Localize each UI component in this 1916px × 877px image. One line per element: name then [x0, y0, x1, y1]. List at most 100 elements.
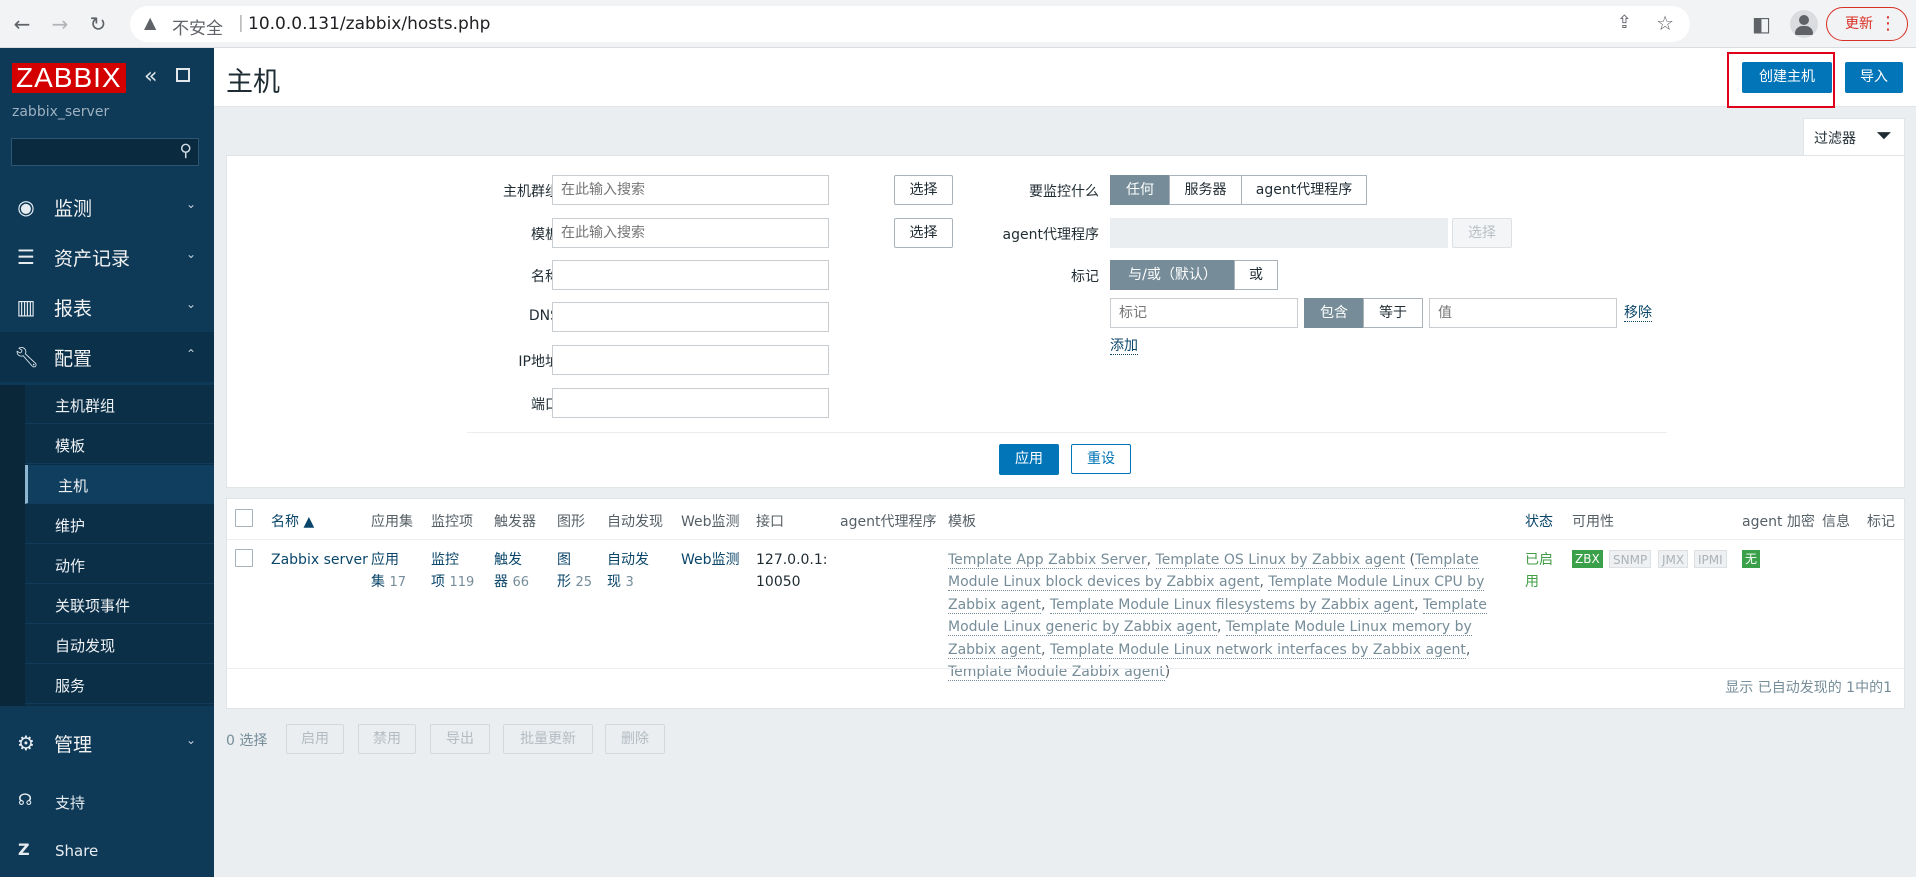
menu-monitoring[interactable]: ◉ 监测 ⌄	[0, 182, 214, 232]
list-icon: ☰	[17, 245, 35, 269]
templates-select-button[interactable]: 选择	[894, 218, 953, 248]
menu-reports[interactable]: ▥ 报表 ⌄	[0, 282, 214, 332]
template-link[interactable]: Template Module Linux filesystems by Zab…	[1049, 596, 1415, 614]
proxy-input	[1110, 218, 1448, 248]
name-input[interactable]	[552, 260, 829, 290]
templates-input[interactable]	[552, 218, 829, 248]
reset-button[interactable]: 重设	[1071, 444, 1131, 474]
menu-configuration[interactable]: 🔧︎ 配置 ⌃	[0, 332, 214, 382]
menu-inventory[interactable]: ☰ 资产记录 ⌄	[0, 232, 214, 282]
funnel-icon: ⏷	[1876, 123, 1892, 147]
submenu-item-host-groups[interactable]: 主机群组	[25, 385, 214, 424]
host-name[interactable]: Zabbix server	[271, 552, 368, 568]
items-count: 119	[449, 575, 475, 590]
column-status[interactable]: 状态	[1525, 511, 1553, 531]
sidebar-search-input[interactable]: ⚲	[11, 138, 199, 166]
submenu-item-event-correlation[interactable]: 关联项事件	[25, 585, 214, 624]
side-panel-icon[interactable]: ◧	[1752, 12, 1771, 36]
tag-name-input[interactable]	[1110, 298, 1298, 328]
profile-avatar-icon[interactable]	[1790, 10, 1818, 38]
kiosk-mode-icon[interactable]	[176, 68, 190, 82]
items-link-2[interactable]: 项	[431, 574, 445, 590]
eye-icon: ◉	[17, 195, 35, 219]
triggers-link-2[interactable]: 器	[494, 574, 508, 590]
row-checkbox[interactable]	[235, 549, 253, 567]
annotation-highlight-box	[1727, 52, 1835, 108]
submenu-item-actions[interactable]: 动作	[25, 545, 214, 584]
tags-eval-and-or[interactable]: 与/或（默认）	[1110, 260, 1235, 290]
url-text[interactable]: 10.0.0.131/zabbix/hosts.php	[248, 14, 490, 34]
import-button[interactable]: 导入	[1845, 62, 1903, 93]
enable-button: 启用	[286, 724, 344, 754]
tags-eval-or[interactable]: 或	[1234, 260, 1278, 290]
apply-button[interactable]: 应用	[999, 444, 1059, 475]
host-groups-select-button[interactable]: 选择	[894, 175, 953, 205]
tag-operator-contains[interactable]: 包含	[1304, 298, 1364, 328]
web-link[interactable]: Web监测	[681, 552, 740, 568]
applications-link[interactable]: 应用	[371, 552, 399, 568]
column-name[interactable]: 名称 ▲	[271, 511, 314, 531]
status-text: 已启	[1525, 552, 1553, 568]
template-link[interactable]: Template App Zabbix Server	[948, 552, 1147, 569]
column-availability: 可用性	[1572, 514, 1614, 530]
monitored-by-server[interactable]: 服务器	[1169, 175, 1242, 205]
add-tag-link[interactable]: 添加	[1110, 338, 1138, 355]
submenu-item-hosts[interactable]: 主机	[25, 465, 214, 504]
submenu-item-maintenance[interactable]: 维护	[25, 505, 214, 544]
discovery-link[interactable]: 自动发	[607, 552, 649, 568]
submenu-label: 动作	[55, 557, 86, 575]
share-z-icon: Z	[18, 840, 30, 859]
back-icon[interactable]: ←	[6, 8, 38, 40]
support-link[interactable]: ☊ 支持	[0, 782, 214, 822]
submenu-item-discovery[interactable]: 自动发现	[25, 625, 214, 664]
availability-jmx-badge: JMX	[1658, 550, 1689, 568]
tag-value-input[interactable]	[1429, 298, 1617, 328]
remove-tag-link[interactable]: 移除	[1624, 305, 1652, 322]
ip-input[interactable]	[552, 345, 829, 375]
submenu-item-services[interactable]: 服务	[25, 665, 214, 704]
ip-label: IP地址	[518, 354, 559, 370]
monitored-by-any[interactable]: 任何	[1110, 175, 1170, 205]
filter-tab[interactable]: 过滤器 ⏷	[1803, 118, 1905, 156]
collapse-sidebar-icon[interactable]: «	[144, 64, 157, 89]
submenu-label: 主机群组	[55, 397, 116, 415]
forward-icon[interactable]: →	[44, 8, 76, 40]
graphs-cell: 图 形 25	[557, 549, 602, 594]
search-icon[interactable]: ⚲	[180, 141, 192, 161]
templates-cell: Template App Zabbix Server, Template OS …	[948, 552, 1487, 682]
share-link[interactable]: Z Share	[0, 832, 214, 872]
graphs-link[interactable]: 图	[557, 552, 571, 568]
star-icon[interactable]: ☆	[1656, 11, 1674, 35]
template-link[interactable]: Template Module Linux network interfaces…	[1049, 641, 1466, 659]
zabbix-logo[interactable]: ZABBIX	[12, 63, 126, 93]
template-link[interactable]: Template OS Linux by Zabbix agent	[1155, 552, 1406, 569]
menu-administration[interactable]: ⚙ 管理 ⌄	[0, 718, 214, 768]
select-all-checkbox[interactable]	[235, 509, 253, 527]
tag-operator-equals[interactable]: 等于	[1363, 298, 1423, 328]
column-interface: 接口	[756, 514, 784, 530]
template-link[interactable]: Template Module Zabbix agent	[948, 664, 1165, 682]
reload-icon[interactable]: ↻	[82, 8, 114, 40]
chevron-down-icon: ⌄	[185, 733, 196, 747]
port-input[interactable]	[552, 388, 829, 418]
proxy-label: agent代理程序	[1002, 227, 1099, 243]
share-icon[interactable]: ⇪	[1617, 12, 1632, 33]
applications-cell: 应用 集 17	[371, 549, 421, 594]
address-bar[interactable]: ▲ 不安全 | 10.0.0.131/zabbix/hosts.php ⇪ ☆	[130, 6, 1690, 42]
page-title: 主机	[226, 67, 280, 98]
update-button[interactable]: 更新 ⋮	[1826, 7, 1908, 41]
column-triggers: 触发器	[494, 514, 536, 530]
browser-toolbar: ← → ↻ ▲ 不安全 | 10.0.0.131/zabbix/hosts.ph…	[0, 0, 1916, 48]
column-templates: 模板	[948, 514, 976, 530]
status-enabled-link[interactable]: 已启 用	[1525, 549, 1561, 593]
discovery-link-2[interactable]: 现	[607, 574, 621, 590]
items-link[interactable]: 监控	[431, 552, 459, 568]
graphs-link-2[interactable]: 形	[557, 574, 571, 590]
triggers-link[interactable]: 触发	[494, 552, 522, 568]
host-groups-input[interactable]	[552, 175, 829, 205]
dns-input[interactable]	[552, 302, 829, 332]
monitored-by-proxy[interactable]: agent代理程序	[1241, 175, 1367, 205]
host-name-link[interactable]: Zabbix server	[271, 549, 368, 571]
submenu-item-templates[interactable]: 模板	[25, 425, 214, 464]
applications-link-2[interactable]: 集	[371, 574, 385, 590]
